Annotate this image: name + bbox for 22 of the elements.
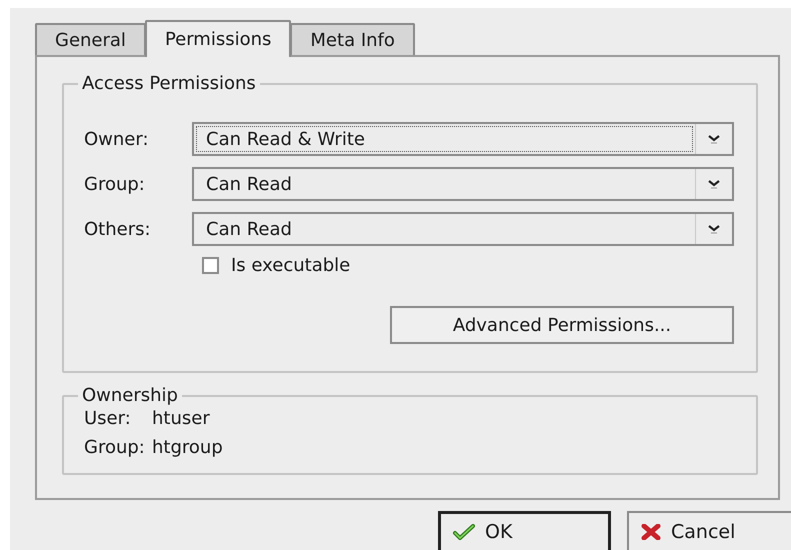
field-label: Owner:: [84, 128, 150, 150]
info-value: htgroup: [152, 437, 224, 458]
permission-dropdown[interactable]: Can Read: [192, 167, 734, 201]
info-label: User:: [84, 408, 132, 429]
permission-dropdown[interactable]: Can Read & Write: [192, 122, 734, 156]
field-label: Others:: [84, 218, 152, 240]
tab[interactable]: Meta Info: [290, 23, 415, 55]
tab[interactable]: General: [35, 23, 146, 55]
cancel-button[interactable]: Cancel: [627, 511, 791, 550]
group-title: Ownership: [81, 385, 179, 406]
cross-icon: [641, 524, 661, 540]
group-title: Access Permissions: [81, 73, 257, 94]
checkbox-label: Is executable: [231, 255, 350, 276]
checkmark-icon: [453, 524, 475, 540]
advanced-permissions-button[interactable]: Advanced Permissions...: [390, 306, 734, 344]
field-label: Group:: [84, 174, 146, 194]
info-value: htuser: [152, 408, 211, 429]
info-label: Group:: [84, 437, 146, 458]
checkbox[interactable]: [202, 257, 219, 274]
tab[interactable]: Permissions: [144, 20, 292, 57]
permission-dropdown[interactable]: Can Read: [192, 212, 734, 246]
ok-button[interactable]: OK: [438, 511, 611, 550]
